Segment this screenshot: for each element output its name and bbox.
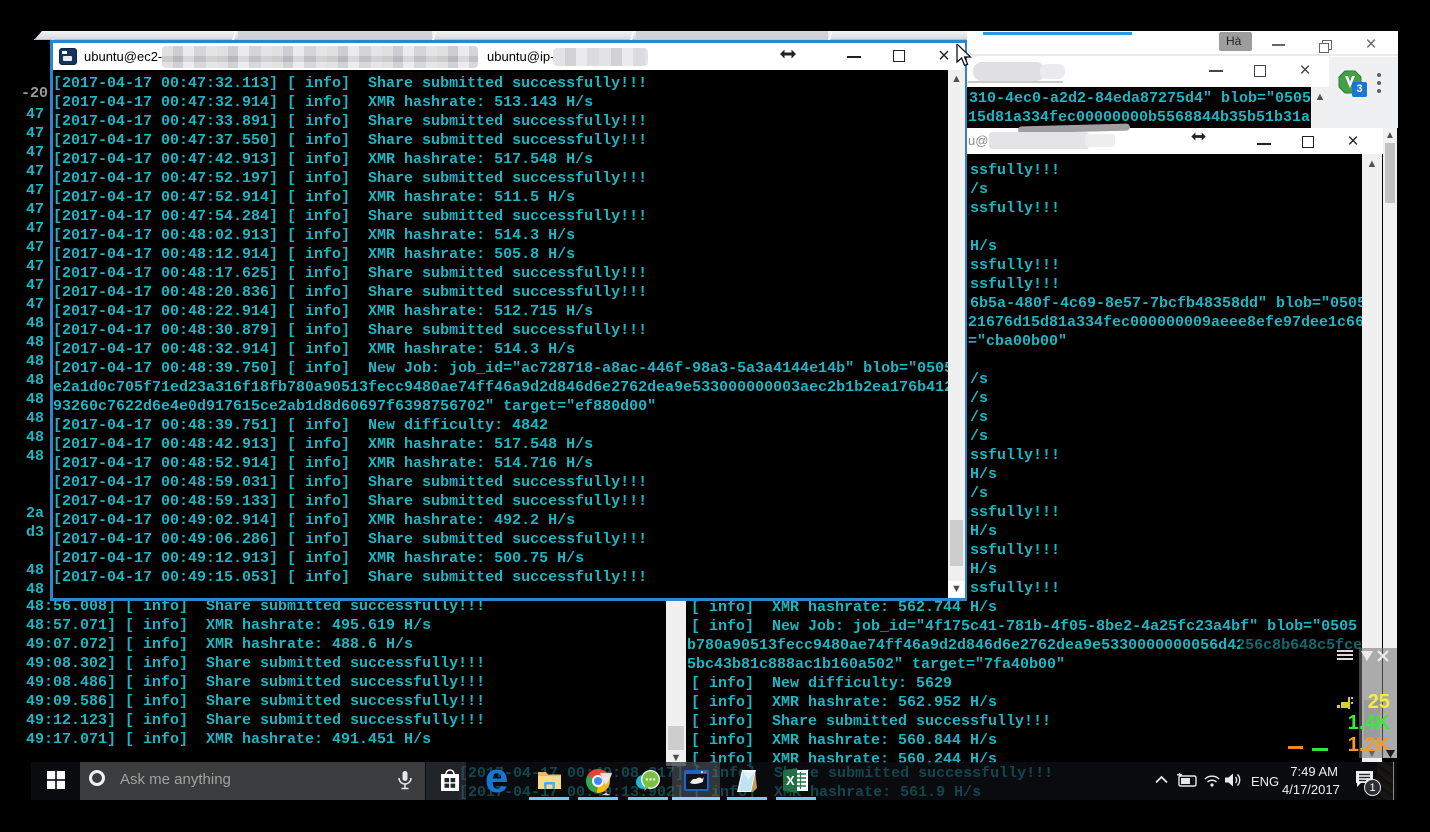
- svg-text:X: X: [786, 773, 795, 788]
